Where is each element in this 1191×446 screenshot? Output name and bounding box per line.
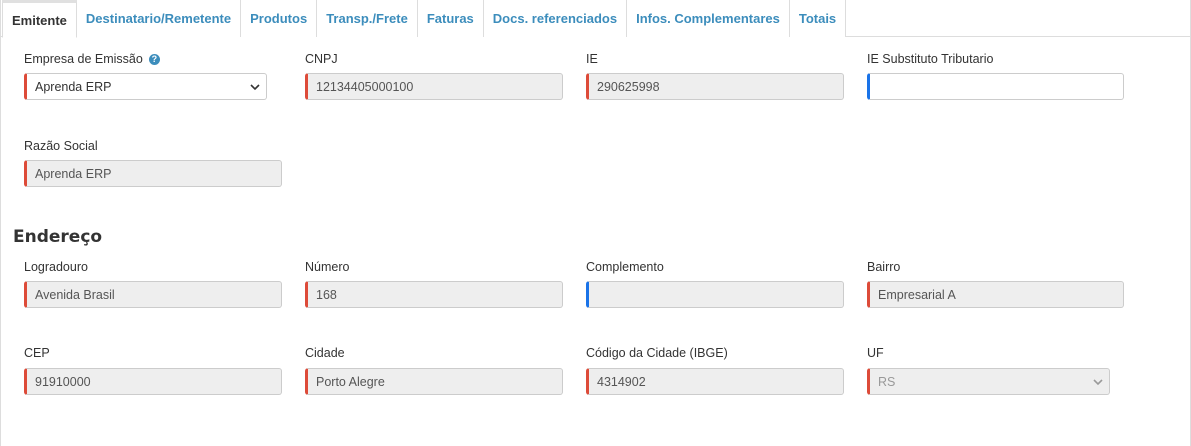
cnpj-value: 12134405000100 [316, 79, 414, 94]
cnpj-field[interactable]: 12134405000100 [305, 73, 563, 100]
cidade-label: Cidade [305, 346, 345, 360]
complemento-label: Complemento [586, 260, 664, 274]
ie-field[interactable]: 290625998 [586, 73, 844, 100]
bairro-label: Bairro [867, 260, 901, 274]
ie-value: 290625998 [597, 79, 660, 94]
tab-docs-referenciados[interactable]: Docs. referenciados [483, 0, 628, 37]
uf-select-value: RS [878, 374, 896, 389]
tab-totais[interactable]: Totais [789, 0, 847, 37]
ibge-value: 4314902 [597, 374, 646, 389]
cnpj-label: CNPJ [305, 52, 338, 66]
ie-st-label: IE Substituto Tributario [867, 52, 994, 66]
chevron-down-icon [1093, 379, 1103, 386]
ie-label: IE [586, 52, 598, 66]
bairro-value: Empresarial A [878, 287, 956, 302]
tab-transp-frete[interactable]: Transp./Frete [317, 0, 418, 37]
numero-field[interactable]: 168 [305, 281, 563, 308]
numero-label: Número [305, 260, 350, 274]
chevron-down-icon [250, 84, 260, 91]
razao-value: Aprenda ERP [35, 166, 112, 181]
endereco-section-title: Endereço [13, 227, 103, 247]
cep-value: 91910000 [35, 374, 91, 389]
bairro-field[interactable]: Empresarial A [867, 281, 1124, 308]
cidade-value: Porto Alegre [316, 374, 385, 389]
empresa-select-value: Aprenda ERP [35, 79, 112, 94]
razao-label: Razão Social [24, 139, 98, 153]
logradouro-field[interactable]: Avenida Brasil [24, 281, 282, 308]
help-icon[interactable]: ? [148, 54, 160, 66]
ibge-label: Código da Cidade (IBGE) [586, 346, 728, 360]
uf-label: UF [867, 346, 884, 360]
logradouro-value: Avenida Brasil [35, 287, 115, 302]
complemento-field[interactable] [586, 281, 844, 308]
tab-bar: Emitente Destinatario/Remetente Produtos… [0, 0, 1191, 38]
ie-st-field[interactable] [867, 73, 1124, 100]
tab-infos-complementares[interactable]: Infos. Complementares [627, 0, 790, 37]
cep-field[interactable]: 91910000 [24, 368, 282, 395]
numero-value: 168 [316, 287, 337, 302]
logradouro-label: Logradouro [24, 260, 88, 274]
ibge-field[interactable]: 4314902 [586, 368, 844, 395]
tab-faturas[interactable]: Faturas [417, 0, 484, 37]
empresa-label-text: Empresa de Emissão [24, 52, 143, 66]
razao-field[interactable]: Aprenda ERP [24, 160, 282, 187]
tab-produtos[interactable]: Produtos [241, 0, 318, 37]
cidade-field[interactable]: Porto Alegre [305, 368, 563, 395]
tab-emitente[interactable]: Emitente [2, 0, 77, 38]
empresa-select[interactable]: Aprenda ERP [24, 73, 267, 100]
empresa-label: Empresa de Emissão? [24, 52, 160, 66]
uf-select[interactable]: RS [867, 368, 1110, 395]
cep-label: CEP [24, 346, 50, 360]
tab-destinatario[interactable]: Destinatario/Remetente [76, 0, 242, 37]
